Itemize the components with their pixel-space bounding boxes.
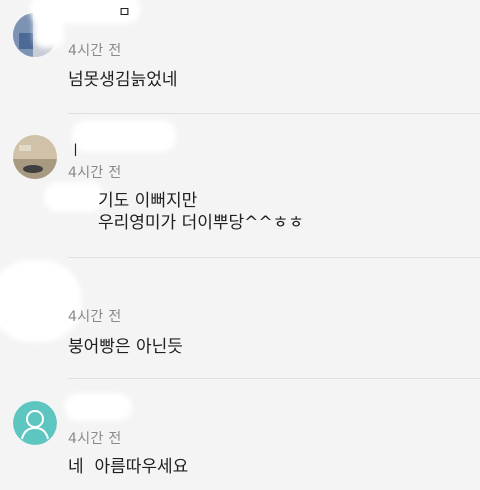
username-fragment: ㅣ — [69, 143, 82, 159]
avatar-redaction — [0, 260, 82, 342]
comment-time: 4시간 전 — [68, 309, 122, 325]
text-redaction — [44, 182, 104, 212]
comment-time: 4시간 전 — [68, 165, 122, 181]
avatar[interactable] — [13, 135, 57, 179]
comment-text: 넘못생김늙었네 — [68, 70, 178, 90]
comment-item[interactable]: 4시간 전 붕어빵은 아닌듯 — [0, 258, 480, 378]
comment-item[interactable]: ㅣ 4시간 전 기도 이뻐지만 우리영미가 더이뿌당^^ㅎㅎ — [0, 114, 480, 260]
profile-photo-icon — [13, 135, 57, 179]
default-avatar-icon — [13, 401, 57, 445]
comment-item[interactable]: 4시간 전 네 아름따우세요 — [0, 379, 480, 490]
avatar[interactable] — [13, 401, 57, 445]
comment-time: 4시간 전 — [68, 43, 122, 59]
avatar-redaction — [34, 8, 64, 48]
comment-text: 네 아름따우세요 — [68, 457, 189, 477]
comment-text: 붕어빵은 아닌듯 — [68, 337, 183, 357]
name-redaction — [64, 393, 132, 421]
comment-item[interactable]: ㅁ 4시간 전 넘못생김늙었네 — [0, 0, 480, 120]
name-redaction — [72, 120, 176, 152]
username-fragment: ㅁ — [118, 5, 131, 21]
comment-time: 4시간 전 — [68, 431, 122, 447]
comment-text: 기도 이뻐지만 우리영미가 더이뿌당^^ㅎㅎ — [98, 191, 304, 233]
